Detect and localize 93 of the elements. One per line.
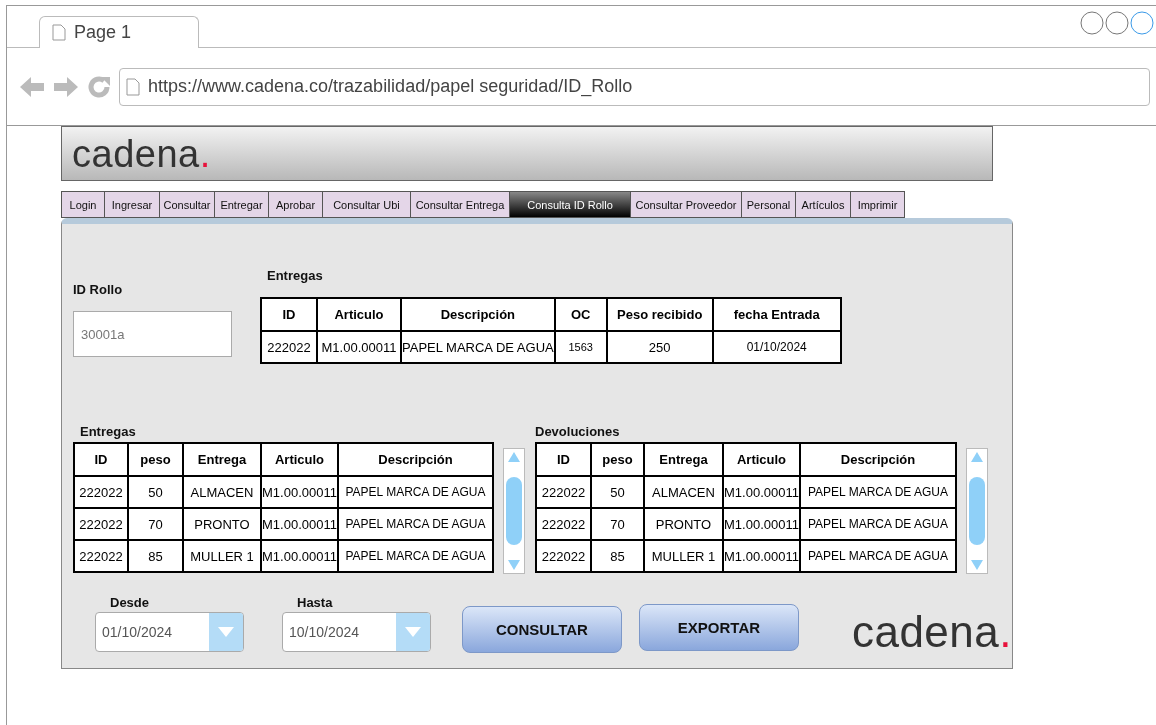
table-cell: 70	[591, 508, 644, 540]
column-header: Descripción	[338, 443, 493, 476]
table-cell: 50	[128, 476, 183, 508]
column-header: ID	[261, 298, 317, 331]
column-header: fecha Entrada	[712, 298, 841, 331]
dropdown-arrow-icon[interactable]	[217, 625, 235, 638]
column-header: Articulo	[723, 443, 800, 476]
table-cell: M1.00.00011	[723, 540, 800, 572]
column-header: peso	[591, 443, 644, 476]
column-header: peso	[128, 443, 183, 476]
table-cell: M1.00.00011	[261, 540, 338, 572]
table-cell: PAPEL MARCA DE AGUA	[800, 476, 956, 508]
nav-tab[interactable]: Aprobar	[268, 191, 323, 218]
window-controls-icon[interactable]	[1080, 10, 1156, 36]
table-cell: PAPEL MARCA DE AGUA	[338, 476, 493, 508]
column-header: Descripción	[800, 443, 956, 476]
nav-tab[interactable]: Consulta ID Rollo	[509, 191, 631, 218]
table-cell: 222022	[261, 331, 317, 363]
table-cell: PAPEL MARCA DE AGUA	[800, 508, 956, 540]
table-cell: PAPEL MARCA DE AGUA	[800, 540, 956, 572]
table-cell: MULLER 1	[644, 540, 723, 572]
column-header: Entrega	[644, 443, 723, 476]
table-cell: 222022	[74, 540, 128, 572]
page-icon	[52, 24, 66, 41]
input-field[interactable]: 30001a	[73, 311, 232, 357]
table-cell: 1563	[554, 331, 607, 363]
column-header: Descripción	[401, 298, 555, 331]
nav-tab[interactable]: Consultar Proveedor	[630, 191, 742, 218]
reload-icon[interactable]	[87, 74, 111, 99]
scrollbar[interactable]	[966, 448, 988, 574]
column-header: OC	[554, 298, 607, 331]
back-arrow-icon[interactable]	[19, 75, 45, 98]
field-label: Hasta	[297, 594, 334, 610]
table-cell: 222022	[74, 476, 128, 508]
date-field[interactable]: 10/10/2024	[282, 611, 431, 652]
table-cell: ALMACEN	[183, 476, 261, 508]
scroll-down-icon[interactable]	[507, 559, 521, 571]
action-button[interactable]: CONSULTAR	[462, 605, 622, 653]
table-cell: MULLER 1	[183, 540, 261, 572]
table-cell: 222022	[536, 476, 591, 508]
field-label: ID Rollo	[73, 282, 124, 297]
dropdown-arrow-icon[interactable]	[404, 625, 422, 638]
nav-tab[interactable]: Artículos	[795, 191, 851, 218]
nav-tab[interactable]: Imprimir	[850, 191, 905, 218]
table-cell: PRONTO	[183, 508, 261, 540]
table-cell: 85	[128, 540, 183, 572]
table-cell: PRONTO	[644, 508, 723, 540]
table-cell: M1.00.00011	[261, 508, 338, 540]
table-cell: 222022	[536, 508, 591, 540]
logo: cadena.	[72, 134, 211, 173]
field-label: Desde	[110, 594, 151, 610]
address-field[interactable]: https://www.cadena.co/trazabilidad/papel seguridad/ID_Rollo	[119, 67, 1150, 106]
page-icon	[126, 77, 140, 96]
column-header: ID	[536, 443, 591, 476]
nav-tab[interactable]: Consultar Entrega	[410, 191, 510, 218]
table-cell: PAPEL MARCA DE AGUA	[338, 540, 493, 572]
section-title: Entregas	[80, 424, 137, 439]
logo: cadena.	[851, 607, 1012, 656]
nav-tab[interactable]: Login	[61, 191, 105, 218]
browser-tab[interactable]: Page 1	[39, 16, 199, 48]
column-header: ID	[74, 443, 128, 476]
table-cell: 222022	[74, 508, 128, 540]
scroll-up-icon[interactable]	[970, 451, 984, 463]
table-cell: M1.00.00011	[723, 476, 800, 508]
column-header: Articulo	[317, 298, 401, 331]
column-header: Entrega	[183, 443, 261, 476]
nav-tab[interactable]: Ingresar	[104, 191, 160, 218]
table-cell: M1.00.00011	[723, 508, 800, 540]
forward-arrow-icon[interactable]	[53, 75, 79, 98]
table-cell: 70	[128, 508, 183, 540]
scroll-up-icon[interactable]	[507, 451, 521, 463]
date-field[interactable]: 01/10/2024	[95, 611, 244, 652]
nav-tab[interactable]: Consultar Ubi	[322, 191, 411, 218]
table-cell: PAPEL MARCA DE AGUA	[338, 508, 493, 540]
table-cell: 50	[591, 476, 644, 508]
scrollbar[interactable]	[503, 448, 525, 574]
nav-tab[interactable]: Personal	[741, 191, 796, 218]
table-cell: 250	[606, 331, 713, 363]
column-header: Articulo	[261, 443, 338, 476]
scroll-down-icon[interactable]	[970, 559, 984, 571]
table-cell: M1.00.00011	[317, 331, 401, 363]
table-cell: 01/10/2024	[712, 331, 841, 363]
nav-tab[interactable]: Consultar	[159, 191, 215, 218]
section-title: Entregas	[267, 268, 324, 283]
section-title: Devoluciones	[535, 424, 621, 439]
nav-tab[interactable]: Entregar	[214, 191, 269, 218]
column-header: Peso recibido	[606, 298, 713, 331]
table-cell: 85	[591, 540, 644, 572]
table-cell: M1.00.00011	[261, 476, 338, 508]
table-cell: ALMACEN	[644, 476, 723, 508]
table-cell: 222022	[536, 540, 591, 572]
action-button[interactable]: EXPORTAR	[638, 603, 799, 651]
table-cell: PAPEL MARCA DE AGUA	[401, 331, 555, 363]
